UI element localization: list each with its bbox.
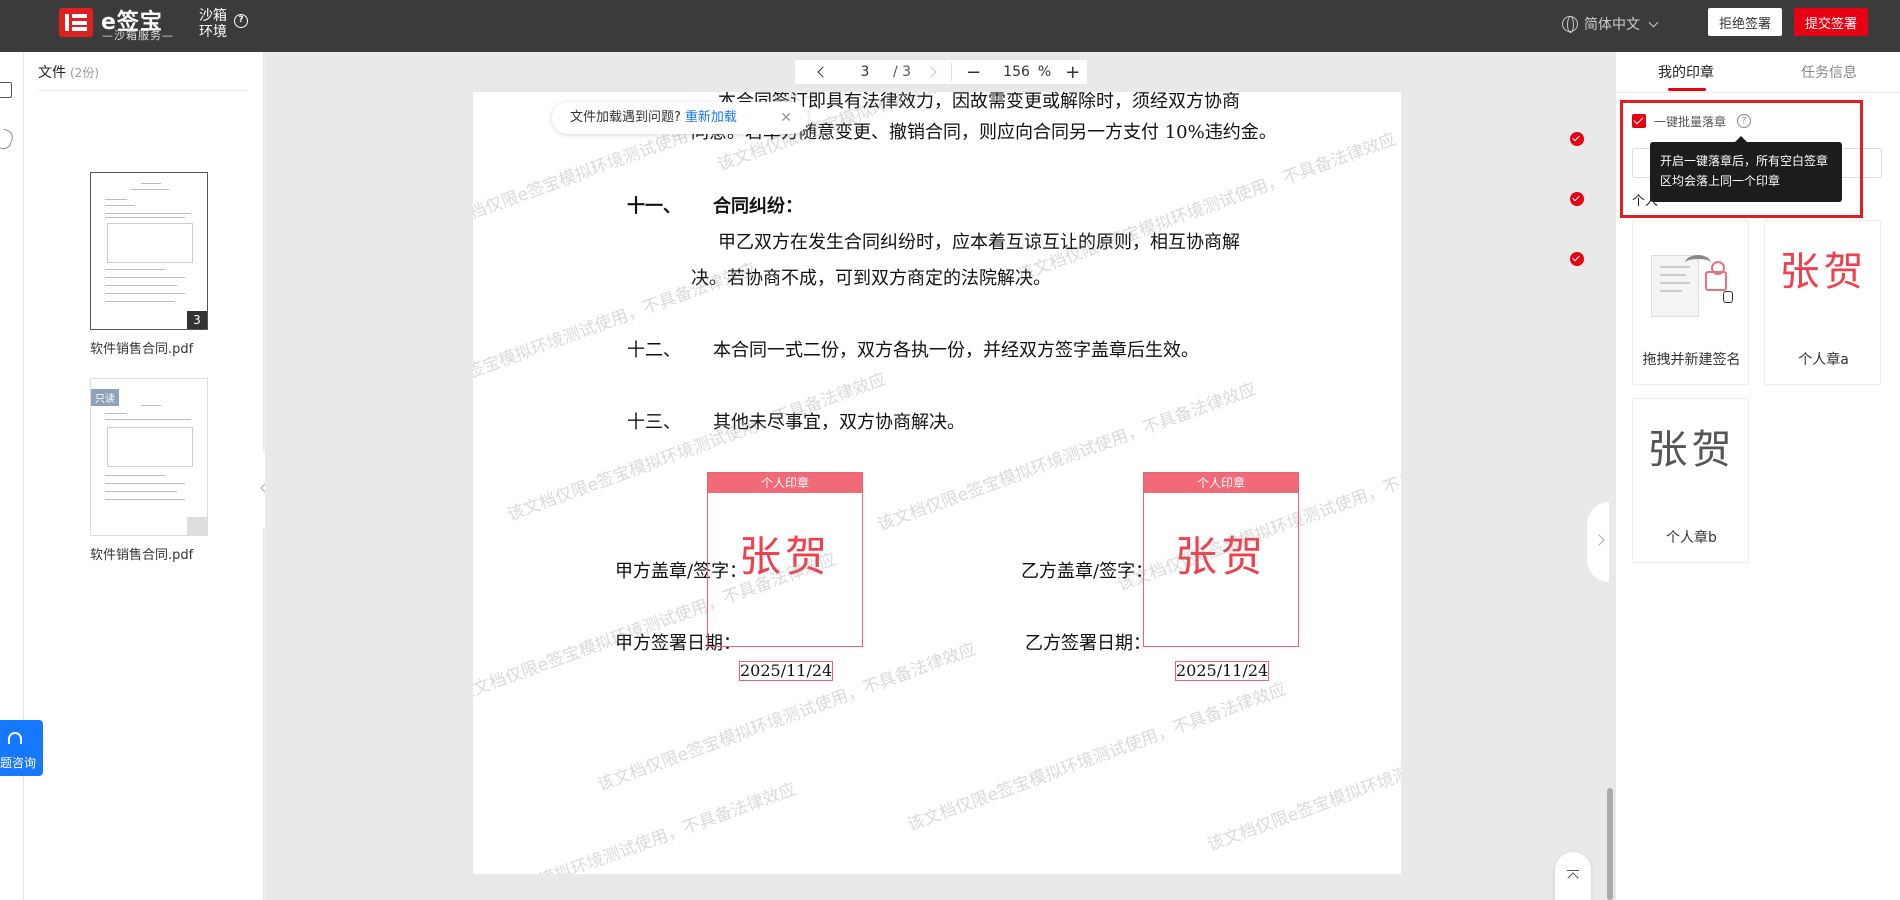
logo-subtitle: —沙箱服务—	[102, 29, 174, 42]
divider	[951, 63, 953, 81]
seal-signature: 张贺	[1174, 532, 1267, 581]
watermark: 该文档仅限e签宝模拟环境测试使用，不具备法律效应	[473, 779, 799, 874]
headset-icon	[8, 732, 22, 744]
globe-icon	[1562, 16, 1578, 33]
watermark: 该文档仅限e签宝模拟环境测试使用，不具备法律效应	[1014, 129, 1399, 286]
signed-marker-icon[interactable]	[1570, 132, 1584, 146]
active-tab-indicator	[1668, 88, 1706, 91]
top-bar: e签宝 —沙箱服务— 沙箱环境 ? 简体中文 拒绝签署 提交签署	[0, 0, 1900, 52]
chevron-down-icon	[1648, 17, 1659, 27]
attachment-icon[interactable]	[0, 128, 16, 152]
language-label: 简体中文	[1584, 17, 1640, 33]
seal-panel: 我的印章 任务信息 一键批量落章 ? 开启一键落章后，所有空白签章 区均会落上同…	[1615, 52, 1900, 900]
file-thumbnail[interactable]: 3	[90, 172, 208, 330]
zoom-unit: %	[1037, 64, 1052, 80]
language-selector[interactable]: 简体中文	[1562, 14, 1659, 34]
highlight-annotation	[1620, 100, 1863, 218]
watermark: 该文档仅限e签宝模拟环境测试使用，不具备法律效应	[594, 639, 979, 796]
zoom-in-icon[interactable]: +	[1065, 62, 1080, 83]
signed-marker-icon[interactable]	[1570, 192, 1584, 206]
page-count-badge: 3	[187, 311, 207, 329]
drag-arrow-icon	[1685, 255, 1711, 271]
seal-header: 个人印章	[708, 473, 862, 493]
party-b-seal-label: 乙方盖章/签字：	[1021, 561, 1154, 582]
signed-marker-icon[interactable]	[1570, 252, 1584, 266]
support-label: 题咨询	[0, 756, 37, 770]
document-viewer: 3 / 3 − 156 % + 本合同签订即具有法律效力，因故需变更或解除时，须…	[265, 52, 1615, 900]
zoom-input[interactable]: 156	[1003, 64, 1030, 80]
zoom-out-icon[interactable]: −	[966, 62, 981, 83]
scroll-controls	[1555, 852, 1591, 900]
divider	[1616, 92, 1900, 93]
chevron-right-icon	[1593, 534, 1605, 546]
submit-sign-button[interactable]: 提交签署	[1794, 8, 1868, 36]
file-name[interactable]: 软件销售合同.pdf	[90, 544, 193, 563]
seal-card-a[interactable]: 张贺 个人章a	[1764, 220, 1881, 385]
tab-my-seals[interactable]: 我的印章	[1658, 62, 1714, 82]
card-label: 个人章a	[1798, 352, 1849, 368]
party-a-seal-field[interactable]: 个人印章 张贺	[707, 472, 863, 647]
new-signature-card[interactable]: 拖拽并新建签名	[1632, 220, 1749, 385]
seal-signature: 张贺	[738, 532, 831, 581]
party-b-date-field[interactable]: 2025/11/24	[1175, 661, 1269, 681]
doc-text: 其他未尽事宜，双方协商解决。	[713, 412, 965, 433]
current-page-input[interactable]: 3	[855, 64, 875, 80]
tab-task-info[interactable]: 任务信息	[1801, 62, 1857, 82]
seal-header: 个人印章	[1144, 473, 1298, 493]
seal-card-b[interactable]: 张贺 个人章b	[1632, 398, 1749, 563]
load-problem-notice: 文件加载遇到问题? 重新加载 ✕	[552, 102, 808, 134]
file-panel-title: 文件 (2份)	[38, 62, 99, 82]
file-thumbnail[interactable]: 只读	[90, 378, 208, 536]
doc-text: 决。若协商不成，可到双方商定的法院解决。	[691, 268, 1051, 289]
prev-page-icon[interactable]	[817, 66, 829, 78]
party-a-date-field[interactable]: 2025/11/24	[739, 661, 833, 681]
reject-sign-button[interactable]: 拒绝签署	[1708, 8, 1782, 36]
page-count-badge	[187, 517, 207, 535]
readonly-tag: 只读	[91, 389, 119, 406]
watermark: 该文档仅限e签宝模拟环境测试使用，不具备法律效应	[904, 679, 1289, 836]
collapse-right-panel[interactable]	[1587, 502, 1609, 582]
scroll-to-top-icon[interactable]	[1567, 870, 1579, 880]
help-icon[interactable]: ?	[234, 14, 248, 28]
section-number: 十二、	[627, 340, 681, 361]
esign-logo-icon	[59, 8, 93, 37]
sandbox-label: 沙箱环境	[199, 8, 227, 40]
section-number: 十三、	[627, 412, 681, 433]
page-toolbar: 3 / 3 − 156 % +	[795, 60, 1087, 84]
close-icon[interactable]: ✕	[780, 102, 792, 134]
support-consult-button[interactable]: 题咨询	[0, 720, 43, 776]
doc-text: 甲乙双方在发生合同纠纷时，应本着互谅互让的原则，相互协商解	[718, 232, 1240, 253]
total-pages: / 3	[893, 64, 912, 80]
file-panel: 文件 (2份) 3 软件销售合同.pdf 只读 软件销售合同.pdf	[24, 52, 264, 900]
document-page: 本合同签订即具有法律效力，因故需变更或解除时，须经双方协商 同意。若单方随意变更…	[473, 92, 1401, 874]
section-number: 十一、	[627, 196, 681, 217]
file-title-text: 文件	[38, 65, 66, 81]
file-count: (2份)	[70, 66, 99, 80]
reload-link[interactable]: 重新加载	[685, 110, 737, 125]
seal-preview: 张贺	[1779, 249, 1868, 295]
scrollbar[interactable]	[1607, 788, 1613, 900]
doc-text: 本合同一式二份，双方各执一份，并经双方签字盖章后生效。	[713, 340, 1199, 361]
seal-preview: 张贺	[1647, 427, 1736, 473]
card-label: 拖拽并新建签名	[1642, 352, 1741, 368]
stamp-icon	[1705, 261, 1727, 291]
load-notice-text: 文件加载遇到问题?	[570, 110, 681, 125]
next-page-icon[interactable]	[925, 66, 937, 78]
watermark: 该文档仅限e签宝模拟环境测试使用，不具备法律效应	[1204, 699, 1401, 856]
document-icon[interactable]	[0, 82, 12, 98]
section-title: 合同纠纷：	[713, 196, 803, 217]
divider	[38, 90, 248, 91]
card-label: 个人章b	[1666, 530, 1717, 546]
hand-cursor-icon	[1723, 291, 1733, 303]
party-b-seal-field[interactable]: 个人印章 张贺	[1143, 472, 1299, 647]
file-name[interactable]: 软件销售合同.pdf	[90, 338, 193, 357]
party-b-date-label: 乙方签署日期：	[1025, 633, 1151, 654]
